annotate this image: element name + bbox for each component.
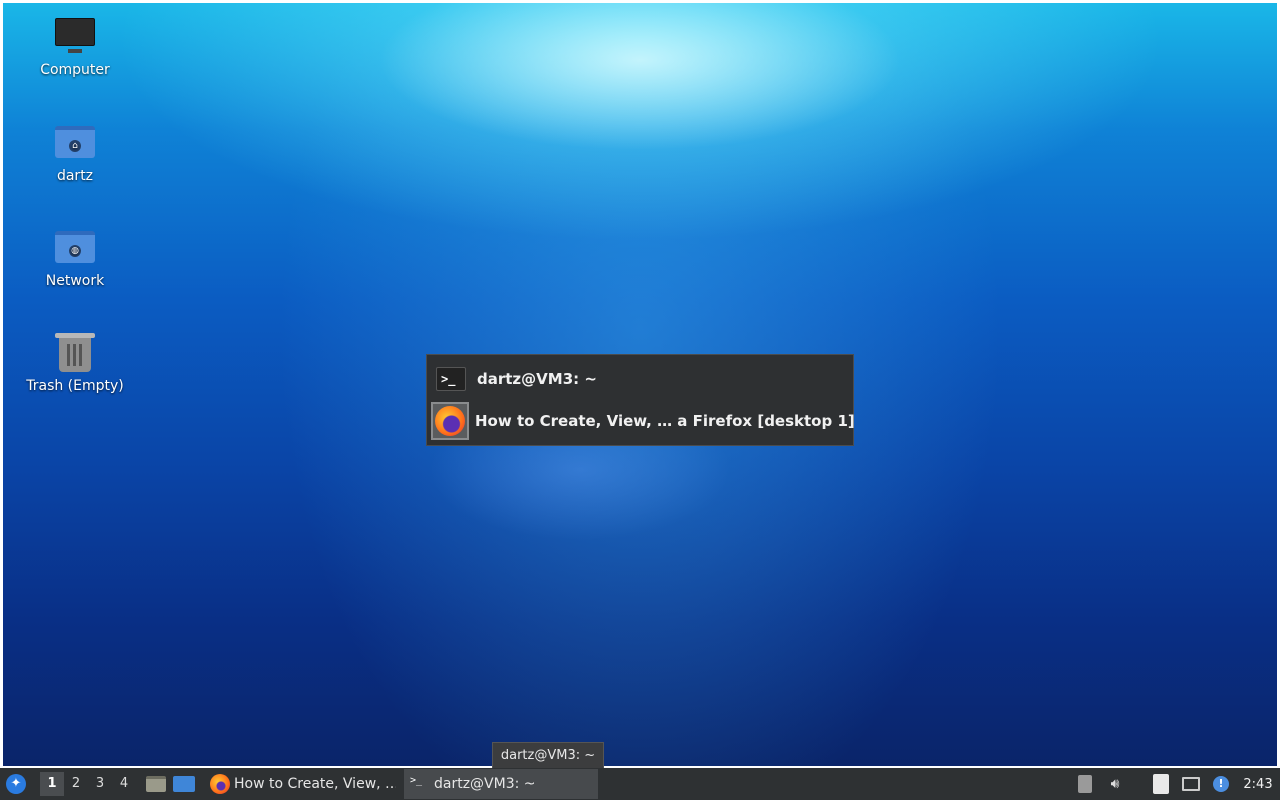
firefox-icon	[210, 774, 230, 794]
desktop-icon-label: Computer	[40, 62, 110, 78]
switcher-item-firefox[interactable]: How to Create, View, … a Firefox [deskto…	[431, 401, 855, 441]
eject-icon	[1078, 775, 1092, 793]
window-switcher: >_ dartz@VM3: ~ How to Create, View, … a…	[426, 354, 855, 446]
clipboard-icon	[1153, 774, 1169, 794]
desktop-icon-home[interactable]: ⌂ dartz	[20, 122, 130, 184]
taskbar-tooltip: dartz@VM3: ~	[492, 742, 604, 770]
switcher-item-title: dartz@VM3: ~	[477, 370, 597, 388]
file-manager-icon	[146, 776, 166, 792]
desktop-icon-computer[interactable]: Computer	[20, 16, 130, 78]
taskbar-task-firefox[interactable]: How to Create, View, …	[204, 769, 396, 799]
desktop-icon-trash[interactable]: Trash (Empty)	[20, 332, 130, 394]
volume-button[interactable]: 🔊︎	[1103, 772, 1127, 796]
desktop-icon-label: dartz	[56, 168, 94, 184]
workspace-3[interactable]: 3	[88, 772, 112, 796]
clock[interactable]: 2:43	[1236, 777, 1280, 792]
switcher-item-terminal[interactable]: >_ dartz@VM3: ~	[431, 359, 851, 399]
desktop-icon-label: Network	[45, 273, 105, 289]
desktop-icon-label: Trash (Empty)	[26, 378, 124, 394]
task-label: How to Create, View, …	[234, 776, 396, 792]
update-info-icon: !	[1213, 776, 1229, 792]
home-folder-icon: ⌂	[53, 122, 97, 162]
update-notifier-button[interactable]: !	[1209, 772, 1233, 796]
terminal-icon: >_	[410, 775, 423, 786]
firefox-icon	[431, 401, 469, 441]
switcher-item-title: How to Create, View, … a Firefox [deskto…	[475, 412, 855, 430]
start-menu-button[interactable]: ✦	[0, 768, 32, 800]
trash-icon	[53, 332, 97, 372]
removable-media-button[interactable]	[1073, 772, 1097, 796]
network-folder-icon: ◍	[53, 227, 97, 267]
speaker-icon: 🔊︎	[1110, 776, 1120, 792]
computer-icon	[53, 16, 97, 56]
system-tray: 🔊︎ ! 2:43	[1070, 768, 1280, 800]
workspace-4[interactable]: 4	[112, 772, 136, 796]
network-button[interactable]	[1179, 772, 1203, 796]
taskbar-task-terminal[interactable]: >_ dartz@VM3: ~	[404, 769, 598, 799]
clipboard-button[interactable]	[1149, 772, 1173, 796]
workspace-1[interactable]: 1	[40, 772, 64, 796]
show-desktop-icon	[173, 776, 195, 792]
show-desktop-button[interactable]	[170, 770, 198, 798]
task-label: dartz@VM3: ~	[434, 776, 536, 792]
file-manager-launcher[interactable]	[142, 770, 170, 798]
desktop-icon-network[interactable]: ◍ Network	[20, 227, 130, 289]
terminal-icon: >_	[431, 359, 471, 399]
distro-logo-icon: ✦	[6, 774, 26, 794]
workspace-2[interactable]: 2	[64, 772, 88, 796]
taskbar: ✦ 1 2 3 4 How to Create, View, … >_ dart…	[0, 768, 1280, 800]
network-icon	[1182, 777, 1200, 791]
